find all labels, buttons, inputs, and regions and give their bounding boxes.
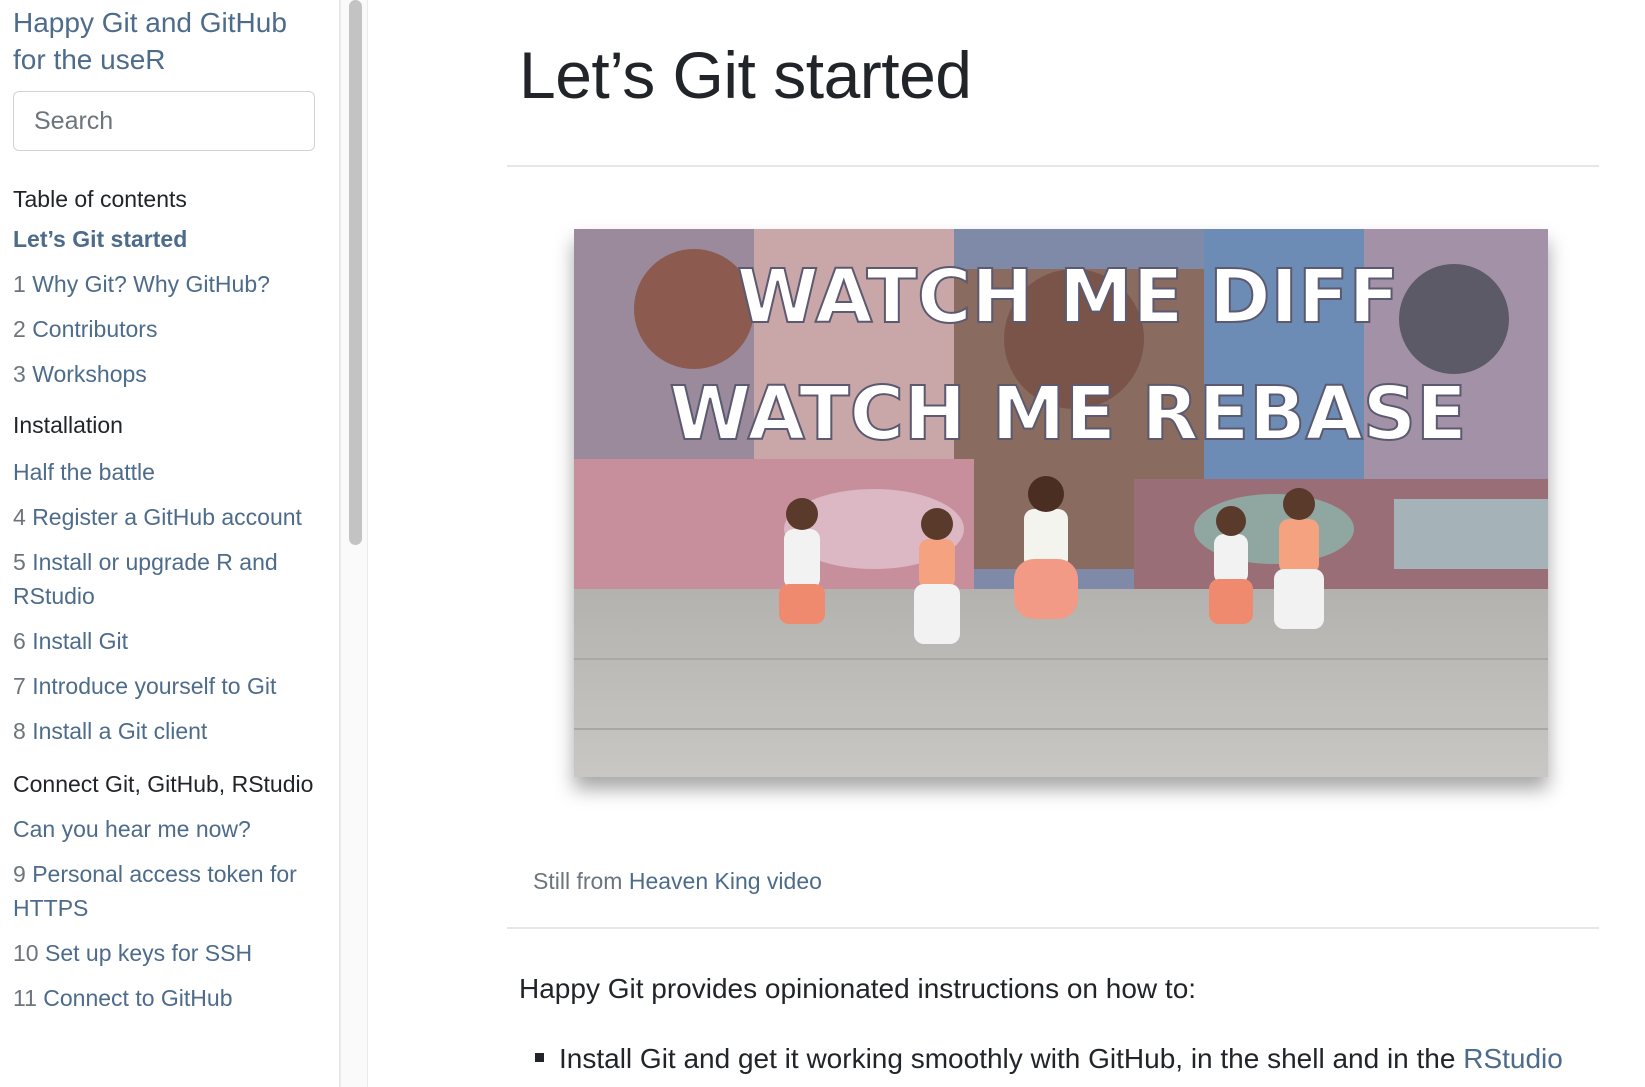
rstudio-link[interactable]: RStudio [1463, 1043, 1563, 1074]
toc-item-lets-git-started[interactable]: Let’s Git started [13, 222, 318, 256]
toc-item-register-github[interactable]: 4 Register a GitHub account [13, 500, 318, 534]
toc-item-personal-access-token[interactable]: 9 Personal access token for HTTPS [13, 857, 318, 925]
figure-caption: Still from Heaven King video [533, 866, 822, 896]
figure-divider [507, 927, 1599, 929]
list-item-text: Install Git and get it working smoothly … [559, 1043, 1456, 1074]
toc-item-label: Introduce yourself to Git [32, 673, 277, 699]
toc-item-introduce-yourself[interactable]: 7 Introduce yourself to Git [13, 669, 318, 703]
toc-item-number: 3 [13, 361, 26, 387]
toc-item-label: Let’s Git started [13, 226, 188, 252]
toc-item-label: Personal access token for HTTPS [13, 861, 297, 921]
toc-item-connect-to-github[interactable]: 11 Connect to GitHub [13, 981, 318, 1015]
overlay-line-1: WATCH ME DIFF [737, 254, 1399, 340]
heaven-king-video-link[interactable]: Heaven King video [629, 868, 822, 894]
toc-item-contributors[interactable]: 2 Contributors [13, 312, 318, 346]
instructions-list: Install Git and get it working smoothly … [535, 1041, 1563, 1077]
toc-item-install-r-rstudio[interactable]: 5 Install or upgrade R and RStudio [13, 545, 318, 613]
toc-item-label: Can you hear me now? [13, 816, 251, 842]
toc-item-number: 9 [13, 861, 26, 887]
heaven-king-video-still: WATCH ME DIFF WATCH ME REBASE [574, 229, 1548, 777]
caption-prefix: Still from [533, 868, 623, 894]
toc-item-install-git[interactable]: 6 Install Git [13, 624, 318, 658]
list-item: Install Git and get it working smoothly … [535, 1041, 1563, 1077]
toc-item-ssh-keys[interactable]: 10 Set up keys for SSH [13, 936, 318, 970]
toc-item-number: 6 [13, 628, 26, 654]
toc-item-number: 5 [13, 549, 26, 575]
bullet-marker [535, 1053, 544, 1063]
toc-heading: Table of contents [13, 186, 187, 212]
toc-item-label: Contributors [32, 316, 158, 342]
toc-item-label: Set up keys for SSH [44, 940, 253, 966]
book-title-link[interactable]: Happy Git and GitHub for the useR [13, 4, 313, 78]
search-input[interactable] [13, 91, 315, 151]
toc-item-label: Connect to GitHub [43, 985, 233, 1011]
toc-item-label: Install a Git client [32, 718, 208, 744]
toc-item-number: 4 [13, 504, 26, 530]
mural-image: WATCH ME DIFF WATCH ME REBASE [574, 229, 1548, 777]
toc-item-install-git-client[interactable]: 8 Install a Git client [13, 714, 318, 748]
sidebar: Happy Git and GitHub for the useR Table … [0, 0, 340, 1087]
toc-item-why-git[interactable]: 1 Why Git? Why GitHub? [13, 267, 318, 301]
toc-item-label: Half the battle [13, 459, 155, 485]
toc-item-label: Why Git? Why GitHub? [32, 271, 270, 297]
intro-paragraph: Happy Git provides opinionated instructi… [519, 973, 1197, 1004]
sidebar-scrollbar-thumb[interactable] [349, 0, 362, 545]
toc-item-label: Install Git [32, 628, 129, 654]
toc-item-can-you-hear-me[interactable]: Can you hear me now? [13, 812, 318, 846]
toc-item-number: 10 [13, 940, 39, 966]
table-of-contents: Table of contents Let’s Git started 1 Wh… [13, 184, 318, 1015]
toc-item-label: Register a GitHub account [32, 504, 302, 530]
toc-item-number: 8 [13, 718, 26, 744]
toc-item-label: Workshops [32, 361, 147, 387]
toc-item-number: 11 [13, 985, 37, 1011]
toc-section-connect: Connect Git, GitHub, RStudio [13, 771, 314, 797]
overlay-line-2: WATCH ME REBASE [669, 371, 1466, 457]
toc-section-installation: Installation [13, 412, 123, 438]
page-title: Let’s Git started [519, 38, 972, 112]
toc-item-number: 7 [13, 673, 26, 699]
toc-item-number: 2 [13, 316, 26, 342]
toc-item-workshops[interactable]: 3 Workshops [13, 357, 318, 391]
toc-item-number: 1 [13, 271, 26, 297]
toc-item-label: Install or upgrade R and RStudio [13, 549, 278, 609]
title-divider [507, 165, 1599, 167]
toc-item-half-the-battle[interactable]: Half the battle [13, 455, 318, 489]
sidebar-scrollbar[interactable] [340, 0, 368, 1087]
